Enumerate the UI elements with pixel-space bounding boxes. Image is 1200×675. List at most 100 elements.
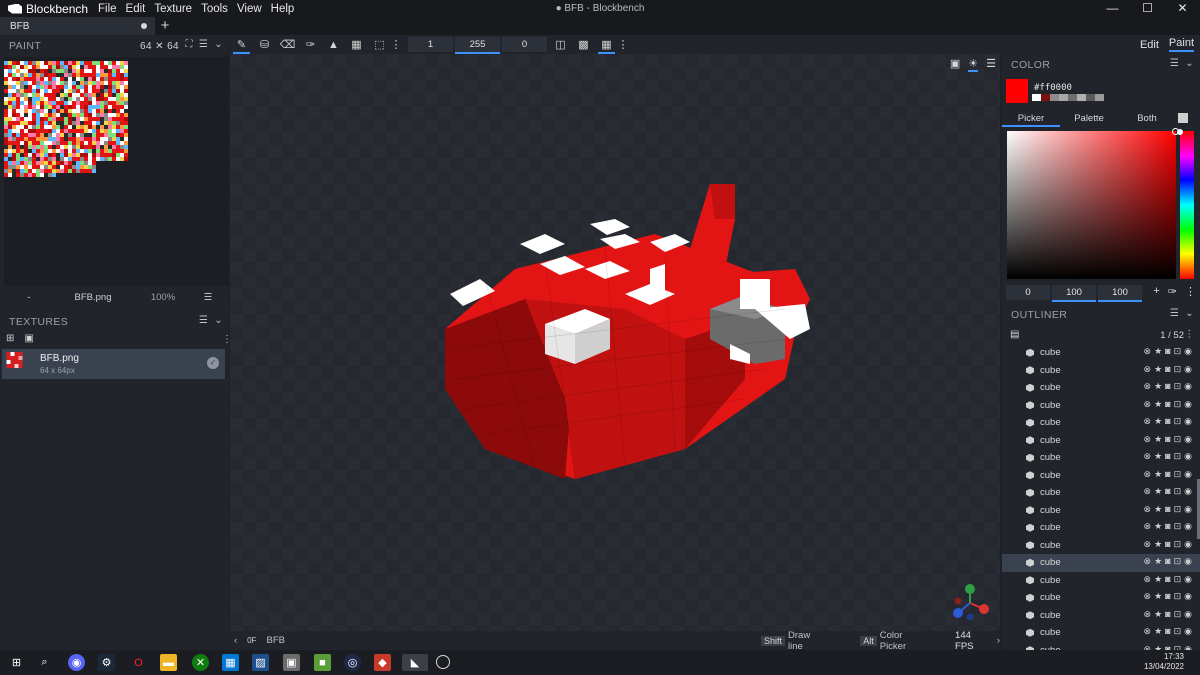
tab-both[interactable]: Both [1118,111,1176,127]
lock-icon[interactable]: ⊡ [1174,521,1182,532]
export-toggle-icon[interactable]: ⊗ [1144,626,1152,637]
lock-icon[interactable]: ⊡ [1174,574,1182,585]
search-icon[interactable]: ⌕ [36,654,53,671]
image-icon[interactable]: ▣ [950,57,960,72]
toolbar-more-icon[interactable]: ⋮ [618,35,629,54]
discord-icon[interactable]: ◉ [68,654,85,671]
import-texture-icon[interactable]: ▣ [24,333,33,344]
star-icon[interactable]: ★ [1154,399,1162,410]
menu-tools[interactable]: Tools [201,3,228,15]
history-color-swatch[interactable] [1059,94,1068,101]
eye-icon[interactable]: ◉ [1184,346,1192,357]
export-toggle-icon[interactable]: ⊗ [1144,591,1152,602]
eye-icon[interactable]: ◉ [1184,539,1192,550]
eye-icon[interactable]: ◉ [1184,364,1192,375]
export-toggle-icon[interactable]: ⊗ [1144,539,1152,550]
chevron-right-icon[interactable]: › [997,635,1000,646]
export-toggle-icon[interactable]: ⊗ [1144,451,1152,462]
brush-icon[interactable]: ✎ [230,35,253,54]
history-color-swatch[interactable] [1077,94,1086,101]
outliner-item[interactable]: cube⊗★◙⊡◉ [1002,624,1200,642]
game-icon[interactable]: ◆ [374,654,391,671]
menu-lines-icon[interactable]: ☰ [1170,308,1179,319]
star-icon[interactable]: ★ [1154,364,1162,375]
store-icon[interactable]: ▦ [222,654,239,671]
lock-icon[interactable]: ⊡ [1174,346,1182,357]
hex-color-input[interactable]: #ff0000 [1034,83,1072,93]
export-toggle-icon[interactable]: ⊗ [1144,346,1152,357]
outliner-item[interactable]: cube⊗★◙⊡◉ [1002,467,1200,485]
chevron-down-icon[interactable]: ⌄ [1185,58,1194,69]
history-color-swatch[interactable] [1041,94,1050,101]
windows-start-icon[interactable]: ⊞ [8,654,25,671]
export-toggle-icon[interactable]: ⊗ [1144,556,1152,567]
lock-icon[interactable]: ⊡ [1174,416,1182,427]
hue-slider[interactable] [1177,129,1194,279]
lighting-icon[interactable]: ☀ [968,57,979,72]
eye-icon[interactable]: ◉ [1184,451,1192,462]
lock-icon[interactable]: ⊡ [1174,469,1182,480]
star-icon[interactable]: ★ [1154,504,1162,515]
chevron-down-icon[interactable]: ⌄ [214,315,223,326]
file-explorer-icon[interactable]: ▬ [160,654,177,671]
outliner-item[interactable]: cube⊗★◙⊡◉ [1002,572,1200,590]
lock-icon[interactable]: ⊡ [1174,591,1182,602]
add-texture-icon[interactable]: ⊞ [6,333,14,344]
camera-icon[interactable]: ◙ [1165,609,1170,620]
history-color-swatch[interactable] [1068,94,1077,101]
lock-icon[interactable]: ⊡ [1174,399,1182,410]
menu-help[interactable]: Help [271,3,295,15]
new-tab-button[interactable]: + [158,17,172,35]
menu-lines-icon[interactable]: ☰ [199,39,208,50]
lock-icon[interactable]: ⊡ [1174,556,1182,567]
outliner-item[interactable]: cube⊗★◙⊡◉ [1002,519,1200,537]
eye-icon[interactable]: ◉ [1184,486,1192,497]
export-toggle-icon[interactable]: ⊗ [1144,364,1152,375]
camera-icon[interactable]: ◙ [1165,451,1170,462]
star-icon[interactable]: ★ [1154,609,1162,620]
eye-icon[interactable]: ◉ [1184,469,1192,480]
menu-lines-icon[interactable]: ☰ [986,57,996,72]
eye-icon[interactable]: ◉ [1184,626,1192,637]
camera-icon[interactable]: ◙ [1165,504,1170,515]
hue-input[interactable]: 0 [1006,285,1050,300]
camera-icon[interactable]: ◙ [1165,521,1170,532]
eye-icon[interactable]: ◉ [1184,609,1192,620]
history-color-swatch[interactable] [1095,94,1104,101]
menu-view[interactable]: View [237,3,262,15]
export-toggle-icon[interactable]: ⊗ [1144,574,1152,585]
camera-icon[interactable]: ◙ [1165,539,1170,550]
brush-opacity-input[interactable]: 255 [455,37,500,54]
eye-icon[interactable]: ◉ [1184,521,1192,532]
eye-icon[interactable]: ◉ [1184,504,1192,515]
camera-icon[interactable]: ◙ [1165,381,1170,392]
shapes-icon[interactable]: ▲ [322,35,345,54]
outliner-item[interactable]: cube⊗★◙⊡◉ [1002,362,1200,380]
chevron-down-icon[interactable]: ⌄ [1185,308,1194,319]
brush-size-input[interactable]: 1 [408,37,453,52]
star-icon[interactable]: ★ [1154,521,1162,532]
camera-icon[interactable]: ◙ [1165,346,1170,357]
outliner-item[interactable]: cube⊗★◙⊡◉ [1002,449,1200,467]
obs-like-icon[interactable]: ◎ [344,654,361,671]
export-toggle-icon[interactable]: ⊗ [1144,504,1152,515]
export-toggle-icon[interactable]: ⊗ [1144,469,1152,480]
more-options-icon[interactable]: ⋮ [1185,285,1196,298]
eye-icon[interactable]: ◉ [1184,416,1192,427]
camera-icon[interactable]: ◙ [1165,434,1170,445]
mode-paint[interactable]: Paint [1168,37,1194,52]
camera-icon[interactable]: ◙ [1165,469,1170,480]
eye-icon[interactable]: ◉ [1184,399,1192,410]
texture-preview-canvas[interactable] [4,57,229,286]
camera-icon[interactable]: ◙ [1165,556,1170,567]
outliner-item[interactable]: cube⊗★◙⊡◉ [1002,397,1200,415]
outliner-item[interactable]: cube⊗★◙⊡◉ [1002,589,1200,607]
lock-icon[interactable]: ⊡ [1174,434,1182,445]
eye-icon[interactable]: ◉ [1184,434,1192,445]
camera-icon[interactable]: ◙ [1165,416,1170,427]
outliner-item[interactable]: cube⊗★◙⊡◉ [1002,642,1200,650]
opera-icon[interactable]: O [130,654,147,671]
lock-icon[interactable]: ⊡ [1174,539,1182,550]
minecraft-icon[interactable]: ■ [314,654,331,671]
camera-icon[interactable]: ◙ [1165,591,1170,602]
